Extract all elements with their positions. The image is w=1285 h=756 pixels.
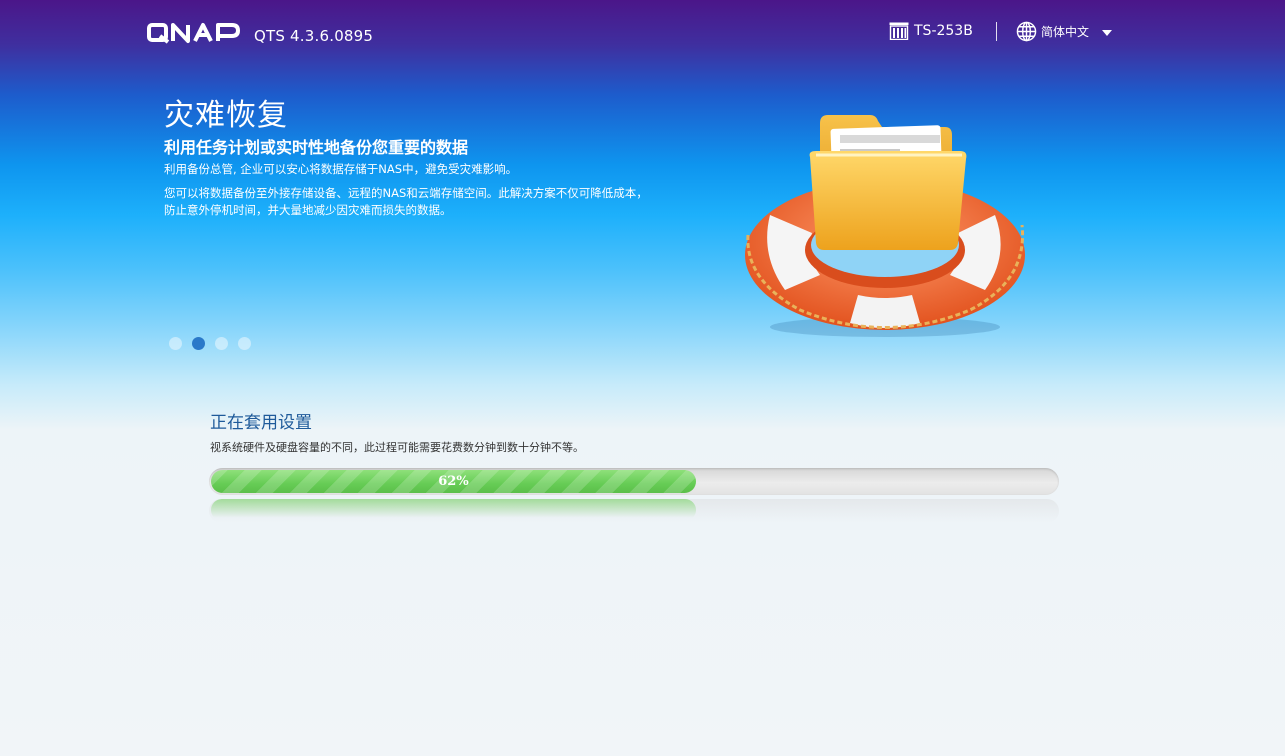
device-name: TS-253B <box>914 23 973 39</box>
slide-pagination <box>169 337 261 350</box>
slide-description-2: 您可以将数据备份至外接存储设备、远程的NAS和云端存储空间。此解决方案不仅可降低… <box>164 186 648 217</box>
slide-dot-1[interactable] <box>169 337 182 350</box>
progress-bar: 62% <box>209 468 1059 495</box>
status-description: 视系统硬件及硬盘容量的不同，此过程可能需要花费数分钟到数十分钟不等。 <box>210 441 584 454</box>
life-buoy-folder-icon <box>745 115 1025 337</box>
progress-reflection <box>209 499 1059 523</box>
device-info: TS-253B <box>889 22 973 40</box>
progress-reflection-fill <box>211 499 696 521</box>
slide-title: 灾难恢复 <box>164 98 288 133</box>
header-divider <box>996 22 997 41</box>
slide-dot-3[interactable] <box>215 337 228 350</box>
progress-label: 62% <box>438 474 469 489</box>
page: QTS 4.3.6.0895 TS-253B 简体中文 灾难恢复 利用任务计划或… <box>0 0 1285 756</box>
language-label: 简体中文 <box>1041 25 1090 39</box>
caret-down-icon <box>1102 29 1113 36</box>
nas-device-icon <box>889 22 909 40</box>
status-title: 正在套用设置 <box>210 413 312 433</box>
slide-description-1: 利用备份总管, 企业可以安心将数据存储于NAS中，避免受灾难影响。 <box>164 162 518 176</box>
globe-icon <box>1016 21 1037 42</box>
qnap-logo <box>147 23 240 44</box>
firmware-version: QTS 4.3.6.0895 <box>254 27 374 45</box>
slide-subtitle: 利用任务计划或实时性地备份您重要的数据 <box>164 138 469 157</box>
progress-fill: 62% <box>211 470 696 493</box>
language-selector[interactable]: 简体中文 <box>1016 21 1113 42</box>
slide-dot-4[interactable] <box>238 337 251 350</box>
slide-dot-2[interactable] <box>192 337 205 350</box>
